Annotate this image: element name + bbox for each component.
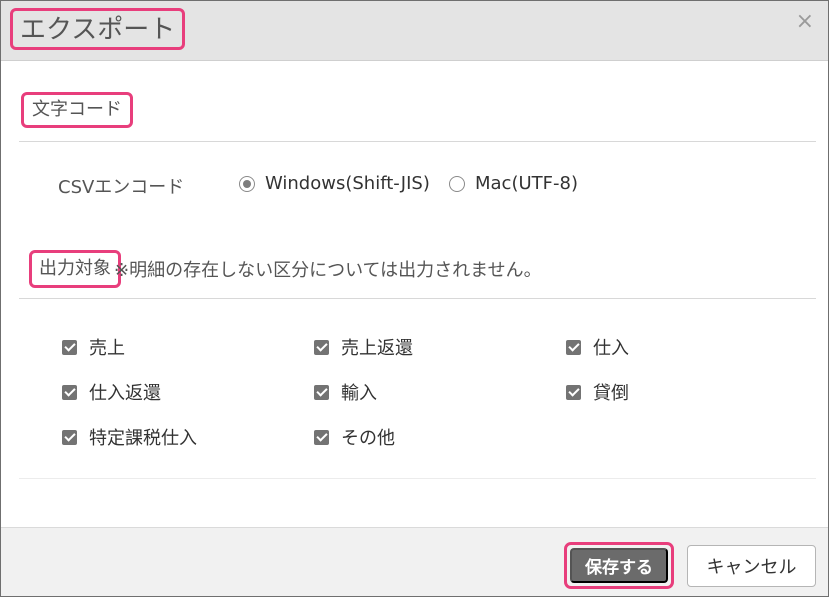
divider [19,298,816,299]
checkbox-shiire[interactable]: 仕入 [566,334,629,360]
checkbox-label: 仕入返還 [89,383,161,404]
radio-checked-icon[interactable] [239,175,255,192]
checkbox-label: その他 [341,428,395,449]
dialog-title: エクスポート [10,8,186,50]
export-dialog: エクスポート × 文字コード CSVエンコード Windows(Shift-JI… [0,0,829,597]
checkbox-checked-icon[interactable] [62,339,77,355]
checkbox-kashidaore[interactable]: 貸倒 [566,379,629,405]
checkbox-label: 売上 [89,338,125,359]
dialog-header: エクスポート × [1,1,828,61]
checkbox-uriage[interactable]: 売上 [62,334,125,360]
csv-encoding-label: CSVエンコード [58,177,185,198]
checkbox-label: 貸倒 [593,383,629,404]
divider [19,478,816,479]
divider [19,141,816,142]
radio-mac-utf8[interactable]: Mac(UTF-8) [449,173,578,194]
cancel-button[interactable]: キャンセル [687,545,816,587]
output-target-section-label: 出力対象 [29,250,121,288]
checkbox-label: 仕入 [593,338,629,359]
output-target-note: ※明細の存在しない区分については出力されません。 [114,260,542,281]
close-icon[interactable]: × [796,9,814,35]
checkbox-shiire-henkan[interactable]: 仕入返還 [62,379,161,405]
save-button-highlight: 保存する [564,542,674,589]
checkbox-checked-icon[interactable] [314,384,329,400]
checkbox-checked-icon[interactable] [314,339,329,355]
checkbox-checked-icon[interactable] [566,384,581,400]
radio-unchecked-icon[interactable] [449,175,465,192]
checkbox-label: 特定課税仕入 [89,428,197,449]
checkbox-checked-icon[interactable] [566,339,581,355]
radio-windows-shift-jis[interactable]: Windows(Shift-JIS) [239,173,430,194]
radio-label: Windows(Shift-JIS) [265,173,430,194]
checkbox-label: 売上返還 [341,338,413,359]
checkbox-checked-icon[interactable] [314,429,329,445]
checkbox-yunyu[interactable]: 輸入 [314,379,377,405]
save-button[interactable]: 保存する [570,548,668,583]
checkbox-checked-icon[interactable] [62,429,77,445]
checkbox-uriage-henkan[interactable]: 売上返還 [314,334,413,360]
checkbox-checked-icon[interactable] [62,384,77,400]
output-target-header: 出力対象 ※明細の存在しない区分については出力されません。 [29,250,542,288]
checkbox-label: 輸入 [341,383,377,404]
encoding-section-label: 文字コード [21,92,133,128]
checkbox-sonota[interactable]: その他 [314,424,395,450]
radio-label: Mac(UTF-8) [475,173,578,194]
checkbox-tokutei-kazei-shiire[interactable]: 特定課税仕入 [62,424,197,450]
